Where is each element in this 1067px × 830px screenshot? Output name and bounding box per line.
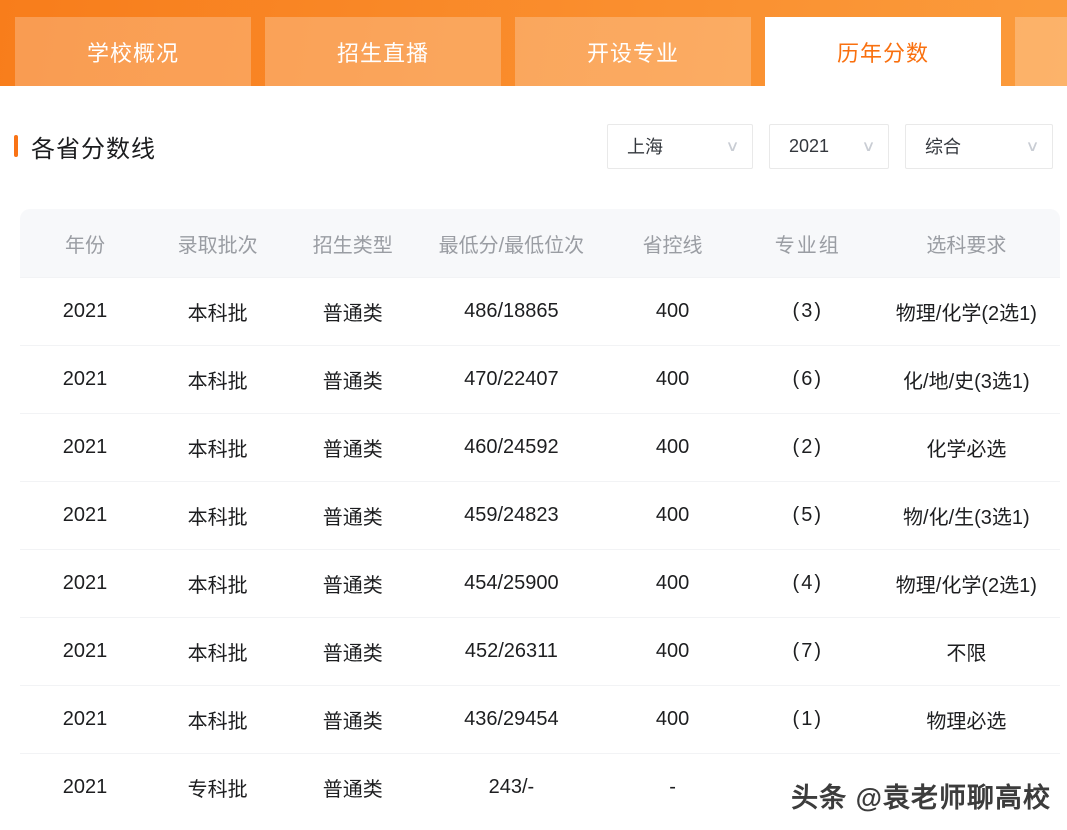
table-cell: 459/24823 xyxy=(420,504,602,527)
section-header: 各省分数线 上海 ∨ 2021 ∨ 综合 ∨ xyxy=(14,123,1053,169)
tab-majors-offered[interactable]: 开设专业 xyxy=(515,17,751,86)
table-cell: 普通类 xyxy=(285,637,420,666)
table-cell: 物理必选 xyxy=(873,705,1060,734)
table-cell: 400 xyxy=(602,708,742,731)
province-dropdown[interactable]: 上海 ∨ xyxy=(607,124,753,169)
table-cell: 化学必选 xyxy=(873,433,1060,462)
table-row: 2021本科批普通类486/18865400(3)物理/化学(2选1) xyxy=(20,277,1060,345)
table-cell: 400 xyxy=(602,572,742,595)
table-cell: 2021 xyxy=(20,504,150,527)
tab-historical-scores[interactable]: 历年分数 xyxy=(765,17,1001,86)
year-dropdown[interactable]: 2021 ∨ xyxy=(769,124,889,169)
table-cell: (5) xyxy=(743,504,873,527)
table-cell: 2021 xyxy=(20,572,150,595)
title-accent-bar xyxy=(14,135,18,157)
chevron-down-icon: ∨ xyxy=(1025,137,1039,155)
table-cell: 普通类 xyxy=(285,569,420,598)
table-cell: 2021 xyxy=(20,436,150,459)
table-cell: 400 xyxy=(602,436,742,459)
section-title-wrap: 各省分数线 xyxy=(14,129,156,164)
table-cell: 2021 xyxy=(20,300,150,323)
table-cell: - xyxy=(602,776,742,799)
table-cell: 470/22407 xyxy=(420,368,602,391)
table-header-row: 年份 录取批次 招生类型 最低分/最低位次 省控线 专业组 选科要求 xyxy=(20,209,1060,277)
category-dropdown-value: 综合 xyxy=(925,133,961,159)
table-cell: 400 xyxy=(602,368,742,391)
page: 学校概况 招生直播 开设专业 历年分数 各省分数线 上海 ∨ 2021 ∨ 综合… xyxy=(0,0,1067,830)
table-cell: 本科批 xyxy=(150,433,285,462)
province-dropdown-value: 上海 xyxy=(627,133,663,159)
table-cell: 普通类 xyxy=(285,433,420,462)
table-row: 2021本科批普通类460/24592400(2)化学必选 xyxy=(20,413,1060,481)
table-cell: 物理/化学(2选1) xyxy=(873,297,1060,326)
tab-partial-right[interactable] xyxy=(1015,17,1067,86)
table-cell: 454/25900 xyxy=(420,572,602,595)
page-title: 各省分数线 xyxy=(31,129,156,164)
table-cell: 专科批 xyxy=(150,773,285,802)
table-row: 2021本科批普通类452/26311400(7)不限 xyxy=(20,617,1060,685)
table-cell: (4) xyxy=(743,572,873,595)
table-cell: 普通类 xyxy=(285,773,420,802)
table-cell: (3) xyxy=(743,300,873,323)
table-cell: 普通类 xyxy=(285,297,420,326)
table-cell: 2021 xyxy=(20,368,150,391)
filter-group: 上海 ∨ 2021 ∨ 综合 ∨ xyxy=(607,124,1053,169)
table-cell: 2021 xyxy=(20,708,150,731)
year-dropdown-value: 2021 xyxy=(789,136,829,157)
table-cell: 普通类 xyxy=(285,705,420,734)
table-cell: 2021 xyxy=(20,776,150,799)
table-cell: 460/24592 xyxy=(420,436,602,459)
table-cell: 400 xyxy=(602,504,742,527)
tab-school-overview[interactable]: 学校概况 xyxy=(15,17,251,86)
column-header-major-group: 专业组 xyxy=(743,229,873,258)
table-cell: 400 xyxy=(602,640,742,663)
table-cell: 物/化/生(3选1) xyxy=(873,501,1060,530)
table-cell: 486/18865 xyxy=(420,300,602,323)
chevron-down-icon: ∨ xyxy=(861,137,875,155)
watermark: 头条 @袁老师聊高校 xyxy=(791,776,1051,815)
table-cell: 本科批 xyxy=(150,365,285,394)
category-dropdown[interactable]: 综合 ∨ xyxy=(905,124,1053,169)
table-row: 2021本科批普通类459/24823400(5)物/化/生(3选1) xyxy=(20,481,1060,549)
column-header-year: 年份 xyxy=(20,229,150,258)
table-cell: 本科批 xyxy=(150,501,285,530)
table-cell: 243/- xyxy=(420,776,602,799)
table-row: 2021本科批普通类470/22407400(6)化/地/史(3选1) xyxy=(20,345,1060,413)
scores-table: 年份 录取批次 招生类型 最低分/最低位次 省控线 专业组 选科要求 2021本… xyxy=(20,209,1060,821)
column-header-type: 招生类型 xyxy=(285,229,420,258)
column-header-batch: 录取批次 xyxy=(150,229,285,258)
tab-admissions-live[interactable]: 招生直播 xyxy=(265,17,501,86)
top-tab-bar: 学校概况 招生直播 开设专业 历年分数 xyxy=(0,0,1067,86)
table-cell: 本科批 xyxy=(150,297,285,326)
table-cell: 普通类 xyxy=(285,501,420,530)
table-cell: 化/地/史(3选1) xyxy=(873,365,1060,394)
column-header-subject-req: 选科要求 xyxy=(873,229,1060,258)
table-cell: 普通类 xyxy=(285,365,420,394)
table-cell: 2021 xyxy=(20,640,150,663)
table-cell: 本科批 xyxy=(150,637,285,666)
column-header-min-score-rank: 最低分/最低位次 xyxy=(420,229,602,258)
table-cell: 436/29454 xyxy=(420,708,602,731)
table-cell: 本科批 xyxy=(150,705,285,734)
table-cell: 400 xyxy=(602,300,742,323)
table-cell: 本科批 xyxy=(150,569,285,598)
table-row: 2021本科批普通类454/25900400(4)物理/化学(2选1) xyxy=(20,549,1060,617)
table-cell: (1) xyxy=(743,708,873,731)
table-cell: (7) xyxy=(743,640,873,663)
table-cell: (6) xyxy=(743,368,873,391)
table-body: 2021本科批普通类486/18865400(3)物理/化学(2选1)2021本… xyxy=(20,277,1060,821)
table-cell: 452/26311 xyxy=(420,640,602,663)
table-cell: 不限 xyxy=(873,637,1060,666)
table-cell: (2) xyxy=(743,436,873,459)
chevron-down-icon: ∨ xyxy=(725,137,739,155)
column-header-control-line: 省控线 xyxy=(602,229,742,258)
table-row: 2021本科批普通类436/29454400(1)物理必选 xyxy=(20,685,1060,753)
table-cell: 物理/化学(2选1) xyxy=(873,569,1060,598)
